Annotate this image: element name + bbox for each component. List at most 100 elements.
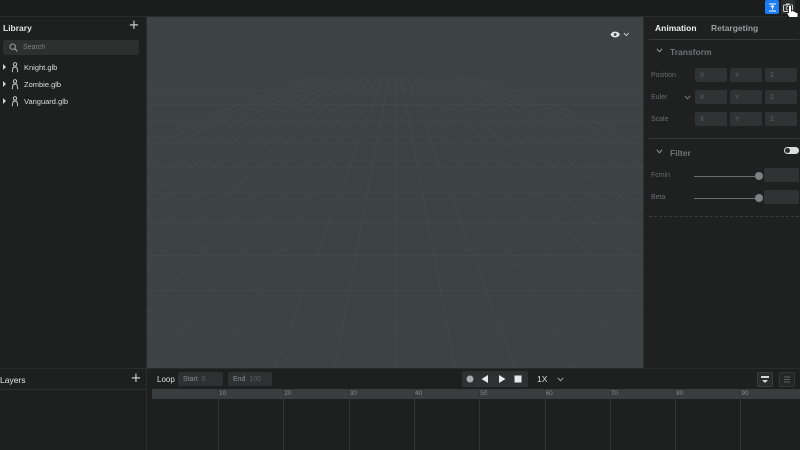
- grid-line: [147, 76, 348, 213]
- file-item-knight[interactable]: Knight.glb: [0, 59, 146, 76]
- position-x-field[interactable]: X: [695, 68, 727, 82]
- fcmin-slider-knob[interactable]: [755, 172, 763, 180]
- fcmin-slider-track[interactable]: [694, 176, 760, 177]
- add-layer-button[interactable]: +: [130, 372, 142, 386]
- library-panel: Library + Knight.glb Zombie.glb Vanguard…: [0, 17, 147, 368]
- euler-label: Euler: [651, 94, 668, 101]
- scale-y-field[interactable]: Y: [730, 112, 762, 126]
- beta-slider-knob[interactable]: [755, 194, 763, 202]
- 3d-viewport[interactable]: [147, 17, 643, 368]
- divider: [649, 138, 799, 139]
- chevron-down-icon: [623, 32, 630, 36]
- tab-retargeting[interactable]: Retargeting: [711, 23, 758, 33]
- ruler-tick-label: 50: [480, 390, 488, 397]
- ruler-tick-label: 30: [349, 390, 357, 397]
- file-name: Zombie.glb: [24, 80, 62, 89]
- ruler-tick-label: 20: [284, 390, 292, 397]
- character-icon: [11, 96, 19, 107]
- fcmin-label: Fcmin: [651, 172, 671, 179]
- search-box: [3, 40, 139, 55]
- filter-title: Filter: [670, 148, 691, 158]
- file-name: Knight.glb: [24, 63, 58, 72]
- grid-line: [147, 76, 312, 141]
- playback-speed-select[interactable]: 1X: [537, 374, 547, 384]
- loop-start-field[interactable]: Start 0: [178, 372, 223, 386]
- ruler-tick-label: 80: [676, 390, 684, 397]
- search-input[interactable]: [23, 40, 133, 55]
- fit-icon: [768, 3, 776, 11]
- position-z-field[interactable]: Z: [765, 68, 797, 82]
- library-title: Library: [3, 23, 32, 33]
- top-bar: [0, 0, 800, 17]
- transform-section-header[interactable]: Transform: [644, 45, 800, 59]
- filter-toggle[interactable]: [784, 147, 799, 154]
- chevron-down-icon[interactable]: [557, 377, 564, 382]
- inspector-panel: Animation Retargeting Transform Position…: [643, 17, 800, 368]
- playback-controls: [462, 371, 528, 387]
- chevron-down-icon: [656, 48, 663, 53]
- file-item-vanguard[interactable]: Vanguard.glb: [0, 93, 146, 110]
- play-icon[interactable]: [497, 374, 507, 384]
- loop-end-field[interactable]: End 100: [228, 372, 272, 386]
- fit-view-button[interactable]: [765, 0, 779, 14]
- timeline-gridline: [544, 389, 546, 450]
- filter-section-header[interactable]: Filter: [644, 146, 800, 160]
- file-item-zombie[interactable]: Zombie.glb: [0, 76, 146, 93]
- plus-icon: +: [128, 18, 140, 33]
- add-library-item-button[interactable]: +: [128, 19, 140, 33]
- timeline-track-area[interactable]: 10 20 30 40 50 60 70 80 90: [147, 389, 800, 450]
- divider: [649, 39, 799, 40]
- file-name: Vanguard.glb: [24, 97, 69, 106]
- start-label: Start: [183, 375, 198, 383]
- grid-line: [147, 76, 336, 179]
- expand-caret-icon[interactable]: [3, 98, 6, 104]
- scale-z-field[interactable]: Z: [765, 112, 797, 126]
- stop-icon[interactable]: [513, 374, 523, 384]
- play-reverse-icon[interactable]: [480, 374, 490, 384]
- record-icon[interactable]: [465, 374, 475, 384]
- euler-y-field[interactable]: Y: [730, 90, 762, 104]
- layers-title: Layers: [0, 375, 26, 385]
- fcmin-value-field[interactable]: [764, 168, 799, 182]
- chevron-down-icon: [656, 149, 663, 154]
- expand-caret-icon[interactable]: [3, 81, 6, 87]
- grid-line: [147, 76, 330, 167]
- position-y-field[interactable]: Y: [730, 68, 762, 82]
- timeline-settings-button[interactable]: [779, 372, 795, 387]
- grid-line: [147, 76, 342, 194]
- toggle-knob: [785, 148, 790, 153]
- start-value: 0: [201, 375, 206, 383]
- beta-slider-track[interactable]: [694, 198, 760, 199]
- expand-caret-icon[interactable]: [3, 64, 6, 70]
- grid-line: [478, 76, 643, 141]
- timeline-gridline: [675, 389, 677, 450]
- ruler-tick-label: 40: [414, 390, 423, 397]
- tab-animation[interactable]: Animation: [655, 23, 697, 33]
- divider: [0, 389, 147, 390]
- scale-x-field[interactable]: X: [695, 112, 727, 126]
- timeline-gridline: [609, 389, 611, 450]
- character-icon: [11, 62, 19, 73]
- visibility-toggle-button[interactable]: [610, 29, 630, 39]
- timeline-ruler[interactable]: 10 20 30 40 50 60 70 80 90: [152, 389, 800, 399]
- euler-x-field[interactable]: X: [695, 90, 727, 104]
- grid-line: [147, 76, 366, 313]
- end-label: End: [233, 375, 246, 383]
- beta-value-field[interactable]: [764, 190, 799, 204]
- euler-order-chevron-icon[interactable]: [684, 95, 691, 100]
- eye-icon: [610, 31, 620, 37]
- grid-line: [460, 76, 643, 167]
- scale-label: Scale: [651, 116, 669, 123]
- timeline-gridline: [348, 389, 350, 450]
- ruler-tick-label: 60: [545, 390, 553, 397]
- ruler-tick-label: 90: [741, 390, 749, 397]
- grid-line: [448, 76, 643, 194]
- grid-line: [334, 76, 390, 368]
- euler-z-field[interactable]: Z: [765, 90, 797, 104]
- insert-keyframe-button[interactable]: [757, 372, 773, 387]
- list-icon: [784, 376, 790, 383]
- plus-icon: +: [130, 371, 142, 386]
- timeline-gridline: [283, 389, 285, 450]
- grid-line: [424, 76, 643, 313]
- timeline-toolbar: Loop Start 0 End 100 1X: [147, 368, 800, 389]
